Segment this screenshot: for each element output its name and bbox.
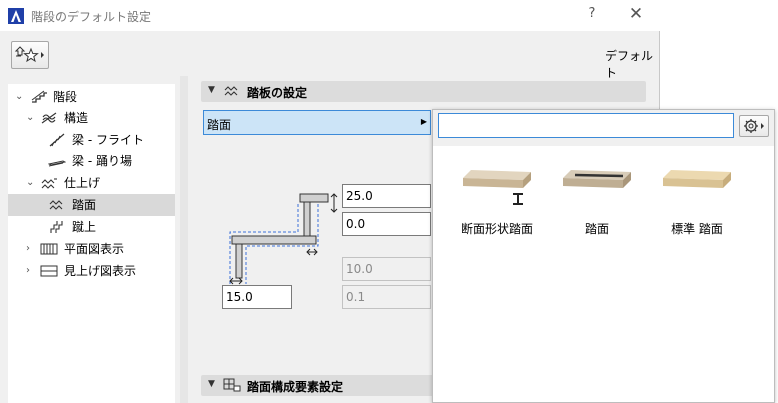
tread-nosing-strip-icon — [563, 170, 631, 188]
tread-nosing-field[interactable]: 15.0 — [222, 285, 292, 309]
tread-thickness-field[interactable]: 25.0 — [342, 184, 431, 208]
title-bar: 階段のデフォルト設定 ? ✕ — [0, 0, 660, 31]
popup-toolbar — [433, 110, 774, 146]
collapse-triangle-icon[interactable]: ▼ — [208, 85, 215, 95]
component-settings-icon — [223, 378, 241, 392]
tree-item-floorplan[interactable]: › 平面図表示 — [8, 238, 175, 260]
favorites-button[interactable] — [11, 41, 49, 69]
tread-icon — [49, 200, 63, 210]
disabled-field-1: 10.0 — [342, 257, 431, 281]
popup-options-button[interactable] — [739, 115, 769, 137]
settings-tree: ⌄ 階段 ⌄ 構造 梁 - フライト 梁 - 踊り場 ⌄ 仕上げ 踏面 蹴上 ›… — [8, 84, 175, 403]
profile-label: 踏面 — [584, 222, 609, 236]
profile-option-standard-tread[interactable]: 標準 踏面 — [647, 160, 747, 240]
disabled-field-2: 0.1 — [342, 285, 431, 309]
panel-splitter[interactable] — [180, 76, 188, 403]
profile-option-tread[interactable]: 踏面 — [547, 160, 647, 240]
section-title: 踏面構成要素設定 — [247, 380, 344, 394]
tread-type-selector[interactable]: 踏面 ▶ — [203, 110, 431, 135]
profile-label: 標準 踏面 — [671, 222, 723, 236]
tree-item-riser[interactable]: 蹴上 — [8, 216, 175, 238]
tree-item-beam-flight[interactable]: 梁 - フライト — [8, 129, 175, 151]
beam-landing-icon — [48, 160, 66, 167]
profile-label: 断面形状踏面 — [460, 222, 533, 236]
help-button[interactable]: ? — [583, 6, 601, 21]
tread-icon — [224, 86, 238, 96]
chevron-down-icon[interactable]: ⌄ — [15, 86, 25, 108]
tread-type-popup: 断面形状踏面 踏面 標準 踏面 — [432, 109, 775, 403]
ceiling-plan-icon — [40, 265, 58, 277]
tree-item-tread[interactable]: 踏面 — [8, 194, 175, 216]
tree-item-structure[interactable]: ⌄ 構造 — [8, 107, 175, 129]
tree-item-beam-landing[interactable]: 梁 - 踊り場 — [8, 150, 175, 172]
section-title: 踏板の設定 — [247, 86, 308, 100]
gear-icon — [744, 119, 764, 133]
stair-icon — [31, 90, 47, 103]
tread-section-diagram — [229, 193, 338, 285]
collapse-triangle-icon[interactable]: ▼ — [208, 379, 215, 389]
chevron-down-icon[interactable]: ⌄ — [26, 172, 36, 194]
tree-item-finish[interactable]: ⌄ 仕上げ — [8, 172, 175, 194]
favorites-star-icon — [14, 46, 44, 63]
structure-icon — [41, 112, 57, 124]
floorplan-icon — [40, 243, 58, 255]
riser-icon — [50, 221, 63, 233]
chevron-right-icon[interactable]: › — [26, 238, 36, 260]
tree-item-stair[interactable]: ⌄ 階段 — [8, 86, 175, 108]
chevron-down-icon[interactable]: ⌄ — [26, 107, 36, 129]
close-button[interactable]: ✕ — [626, 4, 646, 24]
profiled-tread-icon — [463, 170, 531, 205]
tread-settings-header[interactable]: ▼ 踏板の設定 — [201, 81, 646, 102]
profile-option-profiled-tread[interactable]: 断面形状踏面 — [447, 160, 547, 240]
tree-item-ceiling-plan[interactable]: › 見上げ図表示 — [8, 260, 175, 282]
standard-tread-icon — [663, 170, 731, 188]
triangle-right-icon: ▶ — [420, 117, 427, 126]
window-title: 階段のデフォルト設定 — [31, 10, 152, 24]
chevron-right-icon[interactable]: › — [26, 260, 36, 282]
archicad-logo-icon — [8, 8, 24, 24]
finish-icon — [41, 178, 57, 189]
tread-offset-field[interactable]: 0.0 — [342, 212, 431, 236]
default-label: デフォルト — [605, 49, 654, 80]
beam-flight-icon — [49, 133, 65, 147]
selector-value: 踏面 — [207, 118, 232, 132]
search-input[interactable] — [438, 113, 734, 138]
